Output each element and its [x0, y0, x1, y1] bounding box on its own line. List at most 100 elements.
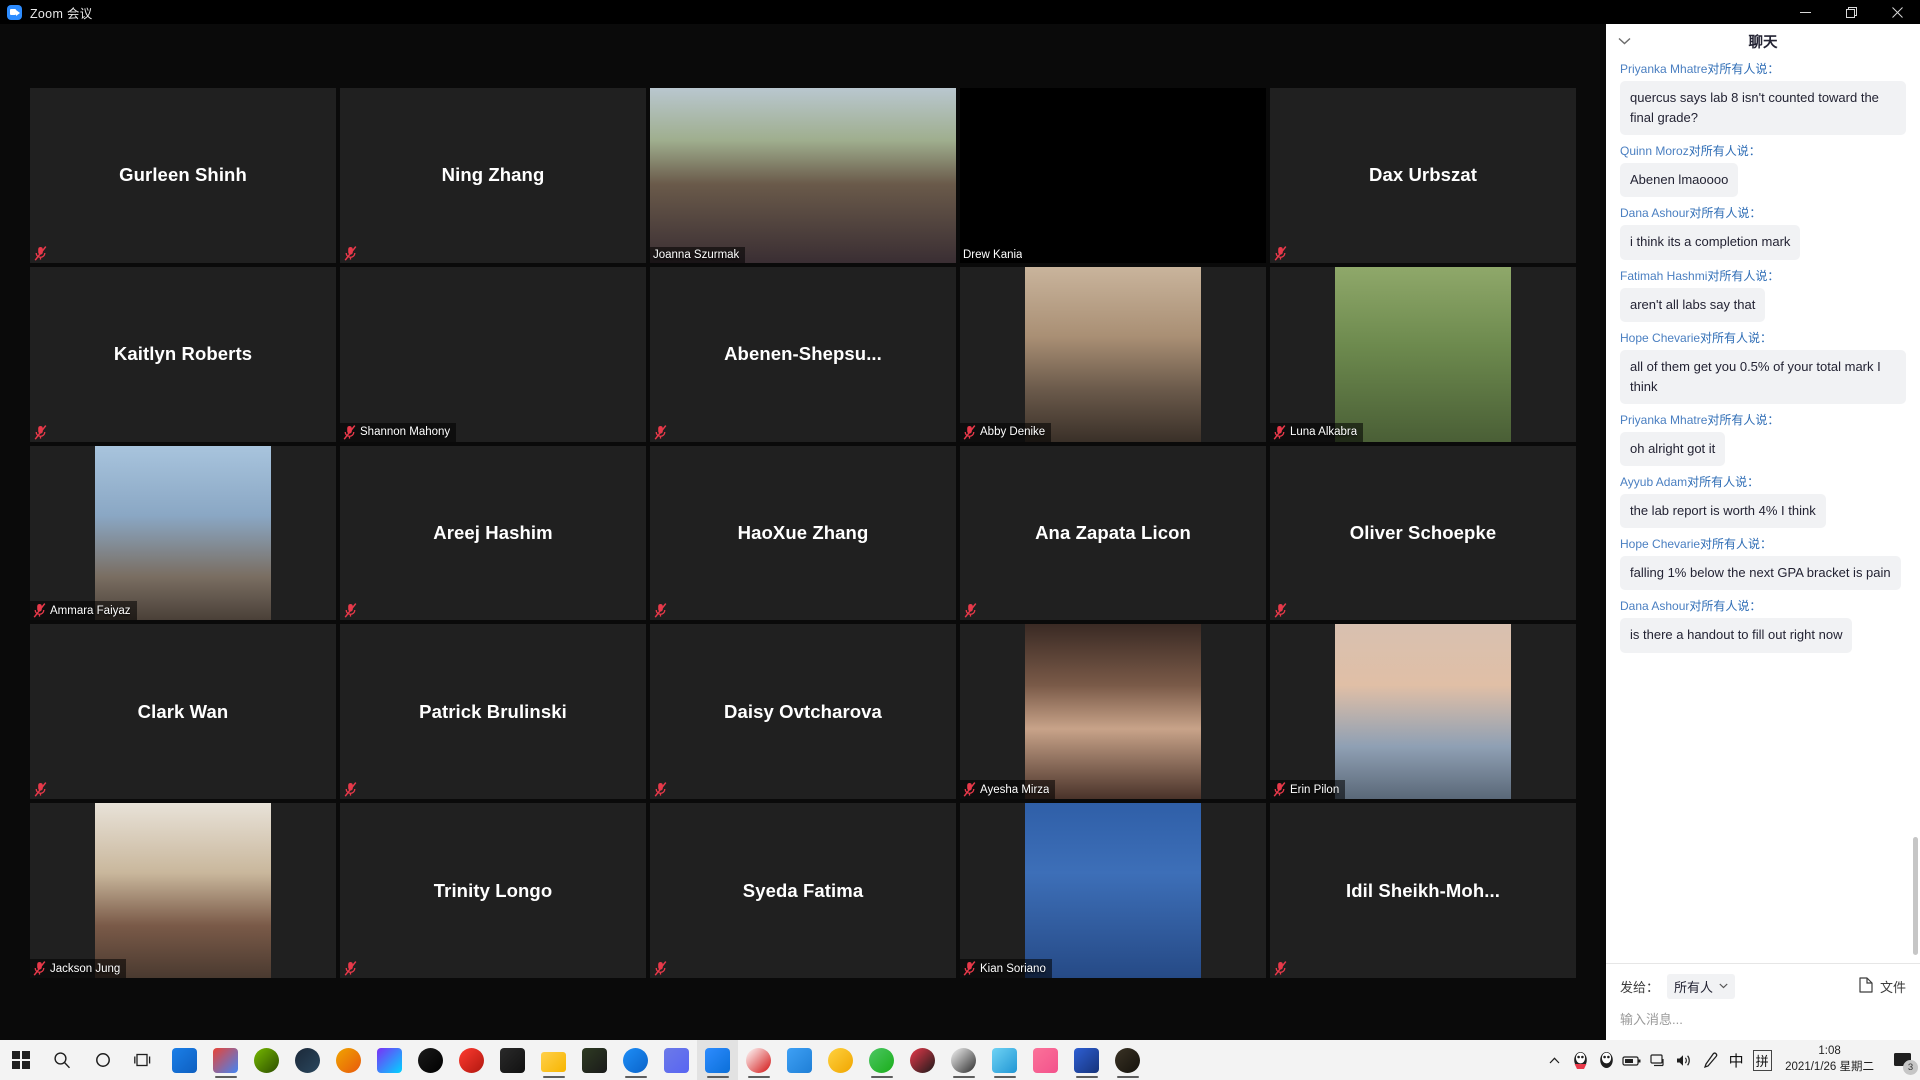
battery-icon[interactable] [1619, 1040, 1645, 1080]
close-button[interactable] [1874, 0, 1920, 24]
participant-video [1025, 624, 1201, 800]
chat-sender-name: Dana Ashour [1620, 599, 1690, 614]
app-qq-penguin-2[interactable] [943, 1040, 984, 1080]
volume-icon[interactable] [1671, 1040, 1697, 1080]
app-qq-music[interactable] [820, 1040, 861, 1080]
chat-sender-name: Quinn Moroz [1620, 144, 1689, 159]
send-file-label: 文件 [1879, 980, 1906, 995]
app-obs-studio[interactable] [738, 1040, 779, 1080]
participant-tile[interactable]: Gurleen Shinh [30, 88, 336, 263]
app-wechat[interactable] [861, 1040, 902, 1080]
participant-tile[interactable]: Patrick Brulinski [340, 624, 646, 800]
participant-tile[interactable]: Daisy Ovtcharova [650, 624, 956, 800]
participant-tile[interactable]: Ammara Faiyaz [30, 445, 336, 621]
participant-status-badge [30, 423, 53, 442]
participant-tile[interactable]: Idil Sheikh-Moh... [1270, 803, 1576, 978]
app-bilibili[interactable] [1025, 1040, 1066, 1080]
participant-tile[interactable]: Trinity Longo [340, 803, 646, 978]
app-game-blue[interactable] [1066, 1040, 1107, 1080]
ime-mode-indicator[interactable]: 中 [1723, 1040, 1749, 1080]
pen-icon[interactable] [1697, 1040, 1723, 1080]
app-game-dark[interactable] [1107, 1040, 1148, 1080]
app-qq-browser[interactable] [615, 1040, 656, 1080]
app-lenovo[interactable] [328, 1040, 369, 1080]
participant-tile[interactable]: Ayesha Mirza [960, 624, 1266, 800]
participant-tile[interactable]: HaoXue Zhang [650, 445, 956, 621]
app-nvidia-green[interactable] [246, 1040, 287, 1080]
app-google-chrome[interactable] [205, 1040, 246, 1080]
send-file-button[interactable]: 文件 [1859, 977, 1906, 996]
participant-status-badge: Ayesha Mirza [960, 780, 1056, 800]
participant-tile[interactable]: Areej Hashim [340, 445, 646, 621]
mic-muted-icon [963, 961, 976, 976]
participant-status-badge [650, 959, 673, 978]
task-view-icon[interactable] [123, 1040, 164, 1080]
network-icon[interactable] [1645, 1040, 1671, 1080]
app-360-safe[interactable] [164, 1040, 205, 1080]
app-discord[interactable] [656, 1040, 697, 1080]
participant-tile[interactable]: Kian Soriano [960, 803, 1266, 978]
app-gamepp[interactable] [369, 1040, 410, 1080]
app-steam[interactable] [287, 1040, 328, 1080]
participant-tile[interactable]: Ning Zhang [340, 88, 646, 263]
chat-message-input[interactable]: 输入消息... [1620, 1009, 1906, 1028]
minimize-button[interactable] [1782, 0, 1828, 24]
app-flight-blue[interactable] [779, 1040, 820, 1080]
chat-sender-suffix: 对所有人说： [1689, 599, 1762, 614]
start-button[interactable] [0, 1040, 41, 1080]
participant-tile[interactable]: Erin Pilon [1270, 624, 1576, 800]
participant-tile[interactable]: Abenen-Shepsu... [650, 266, 956, 442]
chat-message-text: i think its a completion mark [1620, 225, 1801, 260]
ime-pinyin-indicator[interactable]: 拼 [1749, 1040, 1775, 1080]
qq-penguin-icon[interactable] [1567, 1040, 1593, 1080]
app-qq-penguin-1[interactable] [902, 1040, 943, 1080]
mic-muted-icon [654, 782, 667, 797]
maximize-button[interactable] [1828, 0, 1874, 24]
app-360-safe-icon [172, 1047, 197, 1073]
participant-name: Clark Wan [137, 700, 229, 722]
search-icon[interactable] [41, 1040, 82, 1080]
participant-tile[interactable]: Oliver Schoepke [1270, 445, 1576, 621]
clock-date: 2021/1/26 星期二 [1785, 1061, 1874, 1073]
send-to-dropdown[interactable]: 所有人 [1667, 974, 1736, 999]
running-indicator [993, 1075, 1016, 1078]
mic-muted-icon [344, 245, 357, 261]
participant-tile[interactable]: Ana Zapata Licon [960, 445, 1266, 621]
chat-message-list[interactable]: Priyanka Mhatre对所有人说： quercus says lab 8 … [1606, 58, 1920, 963]
participant-tile[interactable]: Luna Alkabra [1270, 266, 1576, 442]
window-title: Zoom 会议 [30, 6, 93, 21]
app-nvidia[interactable] [574, 1040, 615, 1080]
running-indicator [542, 1075, 565, 1078]
chat-message-text: all of them get you 0.5% of your total m… [1620, 349, 1906, 404]
system-tray: 中 拼 1:08 2021/1/26 星期二 3 [1541, 1040, 1920, 1080]
mic-muted-icon [344, 245, 357, 261]
taskbar-clock[interactable]: 1:08 2021/1/26 星期二 [1775, 1044, 1886, 1075]
qq-penguin-icon[interactable] [1593, 1040, 1619, 1080]
participant-tile[interactable]: Clark Wan [30, 624, 336, 800]
app-file-explorer[interactable] [533, 1040, 574, 1080]
participant-video [95, 445, 271, 621]
participant-tile[interactable]: Jackson Jung [30, 803, 336, 978]
chevron-up-icon[interactable] [1541, 1040, 1567, 1080]
app-epic-games[interactable] [492, 1040, 533, 1080]
app-logitech-g[interactable] [410, 1040, 451, 1080]
participant-tile[interactable]: Kaitlyn Roberts [30, 266, 336, 442]
chat-message-sender: Quinn Moroz对所有人说： [1620, 144, 1906, 159]
mic-muted-icon [654, 424, 667, 440]
participant-tile[interactable]: Abby Denike [960, 266, 1266, 442]
participant-tile[interactable]: Syeda Fatima [650, 803, 956, 978]
participant-tile[interactable]: Dax Urbszat [1270, 88, 1576, 263]
app-gamepp-icon [377, 1047, 402, 1073]
app-opera-gx[interactable] [451, 1040, 492, 1080]
participant-status-badge [30, 780, 53, 799]
participant-tile[interactable]: Drew Kania [960, 88, 1266, 263]
chevron-down-icon[interactable] [1618, 32, 1631, 50]
participant-tile[interactable]: Joanna Szurmak [650, 88, 956, 263]
participant-name: Abenen-Shepsu... [724, 343, 882, 365]
notification-center-button[interactable]: 3 [1886, 1040, 1920, 1080]
participant-tile[interactable]: Shannon Mahony [340, 266, 646, 442]
chat-scrollbar-thumb[interactable] [1913, 837, 1918, 955]
app-sky-blue[interactable] [984, 1040, 1025, 1080]
app-zoom[interactable] [697, 1040, 738, 1080]
cortana-icon[interactable] [82, 1040, 123, 1080]
